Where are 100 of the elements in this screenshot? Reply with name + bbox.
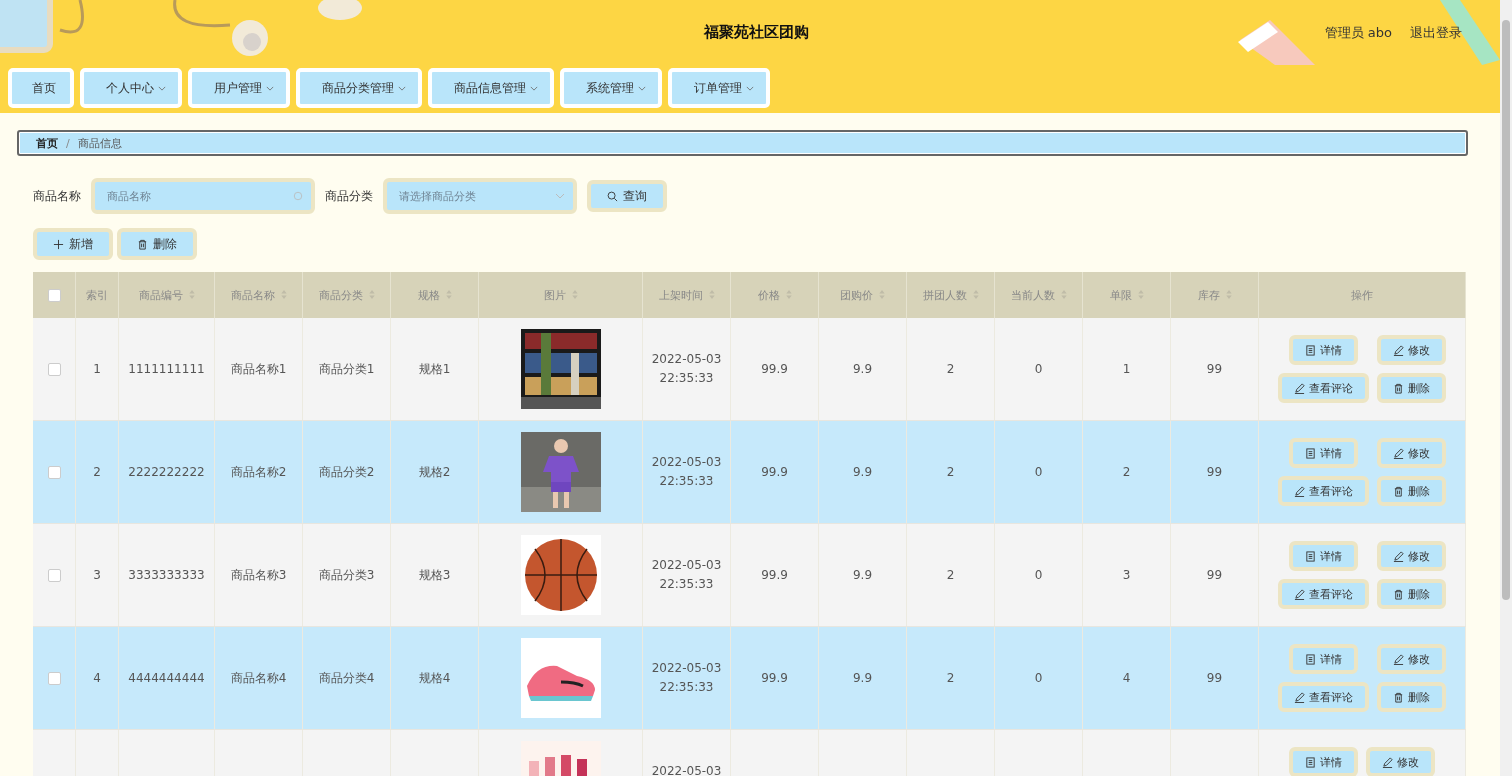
user-name: 管理员 abo — [1324, 24, 1392, 42]
table-cell: 4 — [1122, 671, 1131, 685]
document-icon — [1305, 550, 1316, 562]
document-icon — [1305, 447, 1316, 459]
trash-icon — [1393, 691, 1404, 703]
nav-menu-item[interactable]: 订单管理 — [668, 68, 770, 108]
table-cell: 99 — [1206, 671, 1223, 685]
row-action-button[interactable]: 详情 — [1289, 644, 1358, 674]
pen-icon — [1393, 550, 1404, 562]
column-header: 操作 — [1258, 272, 1466, 318]
table-cell: 0 — [1034, 568, 1043, 582]
table-cell: 99.9 — [761, 362, 788, 376]
row-action-button[interactable]: 查看评论 — [1278, 682, 1369, 712]
table-cell: 商品分类4 — [318, 670, 375, 685]
trash-icon — [1393, 382, 1404, 394]
table-cell: 99.9 — [761, 465, 788, 479]
table-cell: 商品分类3 — [318, 567, 375, 582]
table-cell: 3333333333 — [128, 568, 205, 582]
trash-icon — [1393, 588, 1404, 600]
select-all-checkbox[interactable] — [47, 288, 61, 302]
pen-icon — [1294, 382, 1305, 394]
logout-link[interactable]: 退出登录 — [1410, 24, 1462, 42]
delete-button[interactable]: 删除 — [117, 228, 197, 260]
row-action-button[interactable]: 修改 — [1377, 541, 1446, 571]
row-action-button[interactable]: 详情 — [1289, 541, 1358, 571]
row-action-button[interactable]: 查看评论 — [1278, 373, 1369, 403]
table-cell: 99 — [1206, 362, 1223, 376]
breadcrumb-item: 商品信息 — [77, 135, 122, 151]
name-input-field[interactable]: 商品名称 — [91, 178, 315, 214]
table-cell: 商品分类1 — [318, 361, 375, 376]
table-cell: 2 — [946, 362, 955, 376]
row-checkbox[interactable] — [47, 569, 61, 582]
row-action-button[interactable]: 删除 — [1377, 476, 1446, 506]
field-label: 商品分类 — [325, 187, 373, 205]
table-cell: 商品分类2 — [318, 464, 375, 479]
nav-menu-item[interactable]: 个人中心 — [80, 68, 182, 108]
table-cell: 9.9 — [852, 671, 873, 685]
table-cell-text: 2022-05-03 22:35:33 — [650, 351, 723, 387]
row-action-button[interactable]: 查看评论 — [1278, 476, 1369, 506]
row-action-button[interactable]: 详情 — [1289, 438, 1358, 468]
pen-icon — [1294, 588, 1305, 600]
table-cell: 商品名称2 — [230, 464, 287, 479]
row-checkbox[interactable] — [47, 363, 61, 376]
table-cell: 规格2 — [418, 464, 451, 479]
table-cell: 2222222222 — [128, 465, 205, 479]
query-button[interactable]: 查询 — [587, 180, 667, 212]
row-action-button[interactable]: 详情 — [1289, 335, 1358, 365]
nav-menu-item[interactable]: 用户管理 — [188, 68, 290, 108]
table-cell-text: 2022-05-03 22:35:33 — [650, 660, 723, 696]
table-cell: 3 — [93, 568, 101, 582]
table-cell: 规格4 — [418, 670, 451, 685]
table-cell: 99 — [1206, 465, 1223, 479]
table-cell: 4 — [93, 671, 101, 685]
column-header: 索引 — [75, 272, 119, 318]
row-action-button[interactable]: 修改 — [1377, 335, 1446, 365]
table-cell: 1111111111 — [128, 362, 205, 376]
breadcrumb-item[interactable]: 首页 — [36, 135, 58, 151]
row-action-button[interactable]: 修改 — [1377, 644, 1446, 674]
pen-icon — [1294, 691, 1305, 703]
nav-menu-item[interactable]: 首页 — [8, 68, 74, 108]
table-cell: 规格1 — [418, 361, 451, 376]
pen-icon — [1393, 653, 1404, 665]
row-checkbox[interactable] — [47, 466, 61, 479]
table-cell: 0 — [1034, 465, 1043, 479]
pen-icon — [1294, 485, 1305, 497]
table-cell: 0 — [1034, 362, 1043, 376]
pen-icon — [1382, 756, 1393, 768]
row-action-button[interactable]: 修改 — [1377, 438, 1446, 468]
table-cell: 商品名称1 — [230, 361, 287, 376]
add-button[interactable]: 新增 — [33, 228, 113, 260]
table-cell: 1 — [93, 362, 101, 376]
chevron-down-icon — [555, 191, 565, 201]
table-cell: 9.9 — [852, 465, 873, 479]
row-action-button[interactable]: 详情 — [1289, 747, 1358, 776]
nav-menu-item[interactable]: 商品分类管理 — [296, 68, 422, 108]
table-cell: 商品名称3 — [230, 567, 287, 582]
row-action-button[interactable]: 删除 — [1377, 682, 1446, 712]
nav-menu-item[interactable]: 系统管理 — [560, 68, 662, 108]
table-cell: 2 — [93, 465, 101, 479]
table-cell-text: 2022-05-03 22:35:33 — [650, 454, 723, 490]
table-cell: 2 — [946, 568, 955, 582]
row-action-button[interactable]: 删除 — [1377, 579, 1446, 609]
row-checkbox[interactable] — [47, 672, 61, 685]
table-cell: 0 — [1034, 671, 1043, 685]
scrollbar-thumb[interactable] — [1502, 20, 1510, 600]
table-cell: 4444444444 — [128, 671, 205, 685]
pen-icon — [1393, 344, 1404, 356]
field-label: 商品名称 — [33, 187, 81, 205]
document-icon — [1305, 756, 1316, 768]
category-select-field[interactable]: 请选择商品分类 — [383, 178, 577, 214]
row-action-button[interactable]: 修改 — [1366, 747, 1435, 776]
table-cell: 9.9 — [852, 362, 873, 376]
plus-icon — [53, 238, 64, 250]
table-cell: 规格3 — [418, 567, 451, 582]
trash-icon — [1393, 485, 1404, 497]
clear-icon — [293, 191, 303, 201]
table-cell: 99.9 — [761, 671, 788, 685]
nav-menu-item[interactable]: 商品信息管理 — [428, 68, 554, 108]
row-action-button[interactable]: 删除 — [1377, 373, 1446, 403]
row-action-button[interactable]: 查看评论 — [1278, 579, 1369, 609]
